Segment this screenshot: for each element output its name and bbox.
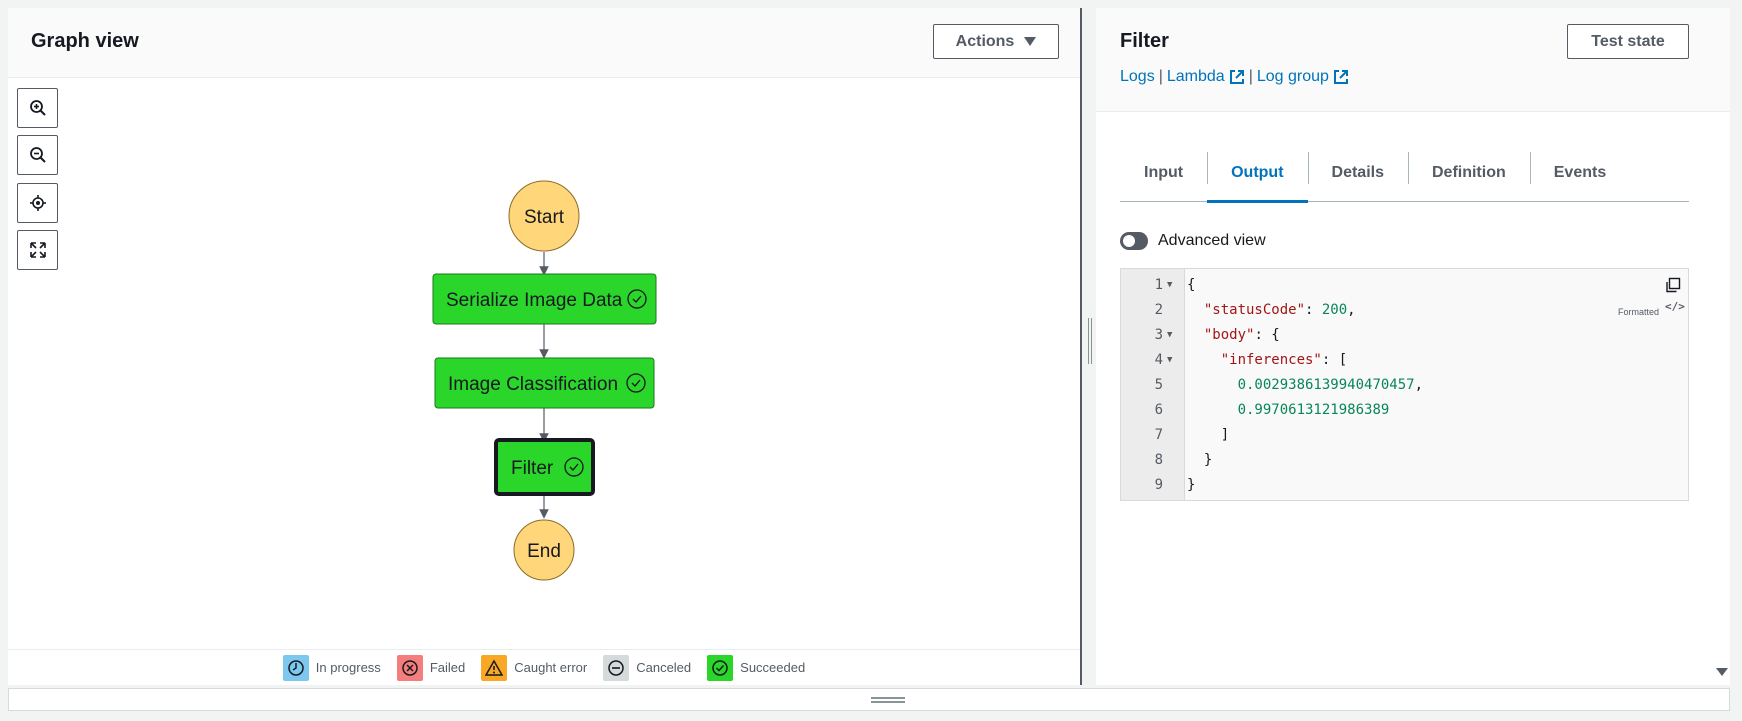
legend-label: In progress: [315, 660, 381, 675]
legend-succeeded: Succeeded: [707, 654, 806, 681]
state-detail-header: Filter Test state Logs | Lambda | Log gr…: [1096, 8, 1730, 112]
legend-canceled: Canceled: [603, 654, 692, 681]
bottom-panel-bar: [8, 688, 1730, 711]
advanced-view-toggle[interactable]: [1120, 232, 1148, 250]
json-key: "body": [1203, 327, 1255, 343]
formatted-label: Formatted: [1618, 307, 1660, 317]
node-end[interactable]: End: [513, 519, 575, 581]
node-end-label: End: [527, 541, 561, 562]
node-start[interactable]: Start: [508, 180, 580, 252]
line-number: 4: [1154, 352, 1163, 368]
warning-icon: [481, 654, 508, 681]
caret-down-icon: [1024, 37, 1037, 46]
advanced-view-row: Advanced view: [1120, 232, 1266, 250]
graph-title: Graph view: [31, 30, 139, 52]
minus-circle-icon: [603, 654, 630, 681]
legend-label: Caught error: [514, 660, 588, 675]
node-classification-label: Image Classification: [448, 374, 618, 395]
detail-tabs: Input Output Details Definition Events: [1120, 144, 1689, 203]
legend-failed: Failed: [396, 654, 466, 681]
advanced-view-label: Advanced view: [1158, 232, 1266, 249]
x-circle-icon: [396, 654, 423, 681]
tab-details[interactable]: Details: [1307, 144, 1408, 202]
code-format-icon[interactable]: </>: [1665, 300, 1685, 313]
state-title: Filter: [1120, 30, 1169, 52]
workflow-graph: Start Serialize Image Data Image Classif…: [432, 180, 657, 581]
legend-in-progress: In progress: [282, 654, 381, 681]
line-number: 1: [1154, 277, 1163, 293]
check-circle-icon: [707, 654, 734, 681]
actions-label: Actions: [955, 32, 1015, 50]
legend-label: Canceled: [636, 660, 692, 675]
external-link-icon: [1333, 70, 1348, 84]
legend-caught-error: Caught error: [481, 654, 588, 681]
copy-icon[interactable]: [1665, 277, 1681, 293]
tab-definition[interactable]: Definition: [1407, 144, 1530, 202]
lambda-link[interactable]: Lambda: [1167, 68, 1245, 86]
fold-toggle-icon[interactable]: ▼: [1167, 348, 1172, 373]
code-line: 6 0.9970613121986389: [1121, 398, 1688, 423]
state-detail-panel: Filter Test state Logs | Lambda | Log gr…: [1096, 8, 1730, 685]
json-key: "statusCode": [1203, 302, 1306, 318]
scroll-down-icon[interactable]: [1716, 668, 1728, 676]
legend-label: Failed: [429, 660, 466, 675]
line-number: 5: [1154, 377, 1163, 393]
lambda-link-label: Lambda: [1166, 68, 1225, 85]
clock-icon: [282, 654, 309, 681]
graph-panel: Graph view Actions Start Serialize Image…: [8, 8, 1082, 685]
fold-toggle-icon[interactable]: ▼: [1167, 323, 1172, 348]
node-start-label: Start: [524, 207, 565, 228]
actions-button[interactable]: Actions: [933, 24, 1059, 59]
code-line: 5 0.0029386139940470457,: [1121, 373, 1688, 398]
json-key: "inferences": [1220, 352, 1322, 368]
legend-label: Succeeded: [740, 660, 806, 675]
code-line: 3 ▼ "body": {: [1121, 323, 1688, 348]
log-group-link[interactable]: Log group: [1257, 68, 1349, 86]
node-serialize-image-data[interactable]: Serialize Image Data: [432, 273, 657, 325]
vertical-resize-handle[interactable]: [1087, 318, 1093, 364]
line-number: 3: [1154, 327, 1163, 343]
code-line: 9 }: [1121, 473, 1688, 498]
tab-output[interactable]: Output: [1207, 144, 1308, 203]
line-number: 8: [1154, 452, 1163, 468]
node-image-classification[interactable]: Image Classification: [434, 357, 655, 409]
external-link-icon: [1229, 70, 1244, 84]
logs-link[interactable]: Logs: [1120, 68, 1155, 86]
status-legend: In progress Failed Caught error Canceled…: [8, 649, 1080, 685]
graph-header: Graph view Actions: [8, 8, 1080, 78]
log-group-link-label: Log group: [1256, 68, 1329, 85]
code-line: 2 "statusCode": 200,: [1121, 298, 1688, 323]
node-filter-label: Filter: [511, 458, 554, 479]
line-number: 2: [1154, 302, 1163, 318]
code-line: 8 }: [1121, 448, 1688, 473]
test-state-button[interactable]: Test state: [1567, 24, 1689, 59]
node-filter[interactable]: Filter: [494, 438, 595, 496]
link-separator: |: [1248, 68, 1253, 85]
tab-input[interactable]: Input: [1120, 144, 1207, 202]
horizontal-resize-handle[interactable]: [871, 697, 905, 703]
line-number: 9: [1154, 477, 1163, 493]
node-serialize-label: Serialize Image Data: [446, 290, 623, 311]
line-number: 6: [1154, 402, 1163, 418]
line-number: 7: [1154, 427, 1163, 443]
output-code-viewer[interactable]: 1 ▼ { 2 "statusCode": 200, 3 ▼ "body": {…: [1120, 268, 1689, 501]
code-line: 1 ▼ {: [1121, 273, 1688, 298]
json-value: 0.9970613121986389: [1237, 402, 1390, 418]
resource-links: Logs | Lambda | Log group: [1120, 68, 1349, 86]
code-line: 4 ▼ "inferences": [: [1121, 348, 1688, 373]
code-line: 7 ]: [1121, 423, 1688, 448]
fold-toggle-icon[interactable]: ▼: [1167, 273, 1172, 298]
json-value: 0.0029386139940470457: [1237, 377, 1415, 393]
tab-events[interactable]: Events: [1529, 144, 1630, 202]
link-separator: |: [1158, 68, 1163, 85]
json-value: 200: [1321, 302, 1348, 318]
